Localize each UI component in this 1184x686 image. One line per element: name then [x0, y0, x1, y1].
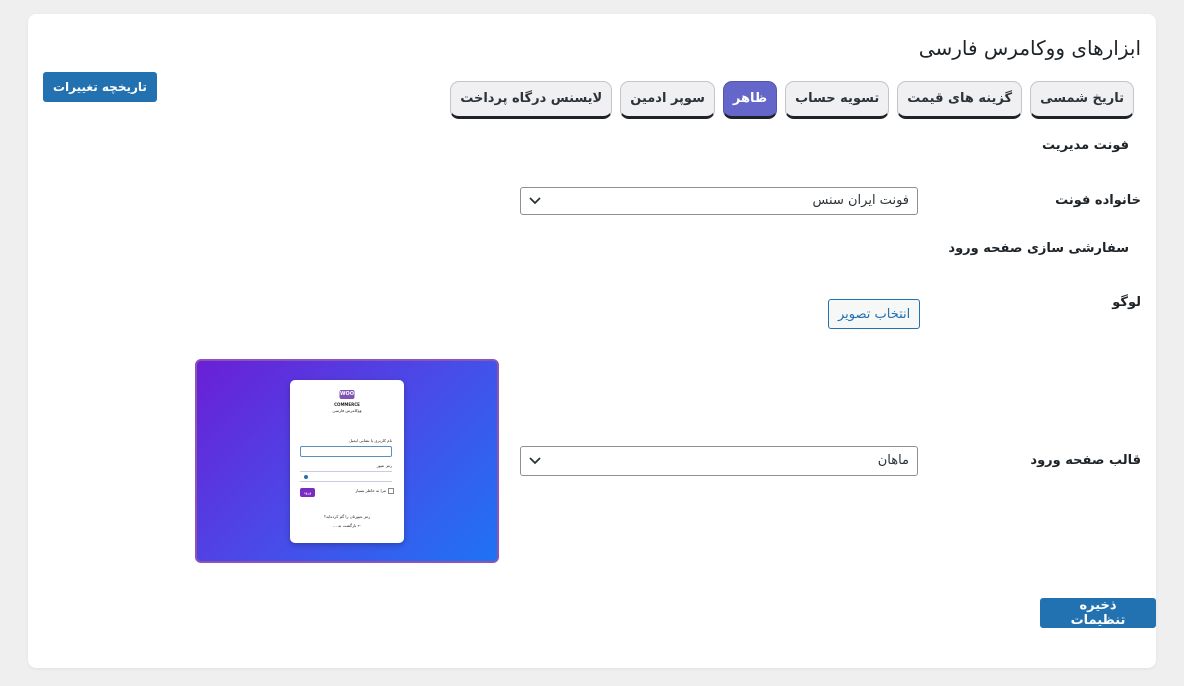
tab-super-admin[interactable]: سوپر ادمین — [620, 81, 715, 119]
preview-username-label: نام کاربری یا نشانی ایمیل — [349, 438, 392, 443]
preview-brand-line1: COMMERCE — [334, 402, 360, 407]
preview-eye-icon — [304, 475, 308, 479]
preview-remember-checkbox — [388, 488, 394, 494]
preview-remember-label: مرا به خاطر بسپار — [355, 488, 386, 493]
tab-appearance[interactable]: ظاهر — [722, 81, 778, 119]
change-history-button[interactable]: تاریخچه تغییرات — [43, 72, 157, 102]
font-family-value: فونت ایران سنس — [812, 193, 909, 208]
preview-lost-password: رمز عبورتان را گم کرده‌اید؟ — [323, 514, 371, 519]
preview-divider — [300, 481, 392, 482]
chevron-down-icon — [529, 197, 541, 205]
tab-gateway-license[interactable]: لایسنس درگاه پرداخت — [450, 81, 613, 119]
font-family-label: خانواده فونت — [1055, 193, 1141, 208]
save-settings-button[interactable]: ذخیره تنظیمات — [1040, 598, 1156, 628]
preview-login-card: WOO COMMERCE ووکامرس فارسی نام کاربری یا… — [290, 380, 404, 543]
tab-checkout[interactable]: تسویه حساب — [785, 81, 890, 119]
page-title: ابزارهای ووکامرس فارسی — [918, 36, 1141, 60]
admin-font-heading: فونت مدیریت — [1041, 138, 1129, 153]
tab-bar: تاریخ شمسی گزینه های قیمت تسویه حساب ظاه… — [450, 81, 1134, 119]
font-family-select[interactable]: فونت ایران سنس — [520, 187, 918, 215]
preview-password-line — [300, 471, 392, 472]
login-template-value: ماهان — [877, 453, 909, 468]
preview-brand-line2: ووکامرس فارسی — [332, 408, 362, 413]
chevron-down-icon — [529, 457, 541, 465]
choose-image-button[interactable]: انتخاب تصویر — [828, 299, 921, 329]
settings-card: ابزارهای ووکامرس فارسی تاریخچه تغییرات ت… — [28, 14, 1156, 668]
login-template-select[interactable]: ماهان — [520, 446, 918, 476]
preview-username-input — [300, 446, 392, 457]
preview-password-label: رمز عبور — [376, 463, 392, 468]
preview-woo-logo: WOO — [339, 390, 355, 399]
tab-price-options[interactable]: گزینه های قیمت — [897, 81, 1023, 119]
login-template-preview: WOO COMMERCE ووکامرس فارسی نام کاربری یا… — [195, 359, 499, 563]
preview-login-button: ورود — [300, 488, 315, 497]
login-customization-heading: سفارشی سازی صفحه ورود — [948, 241, 1129, 256]
logo-label: لوگو — [1112, 295, 1141, 310]
preview-back-link: ← بازگشت به ... — [333, 523, 361, 528]
tab-jalali-date[interactable]: تاریخ شمسی — [1030, 81, 1134, 119]
login-template-label: قالب صفحه ورود — [1030, 453, 1141, 468]
